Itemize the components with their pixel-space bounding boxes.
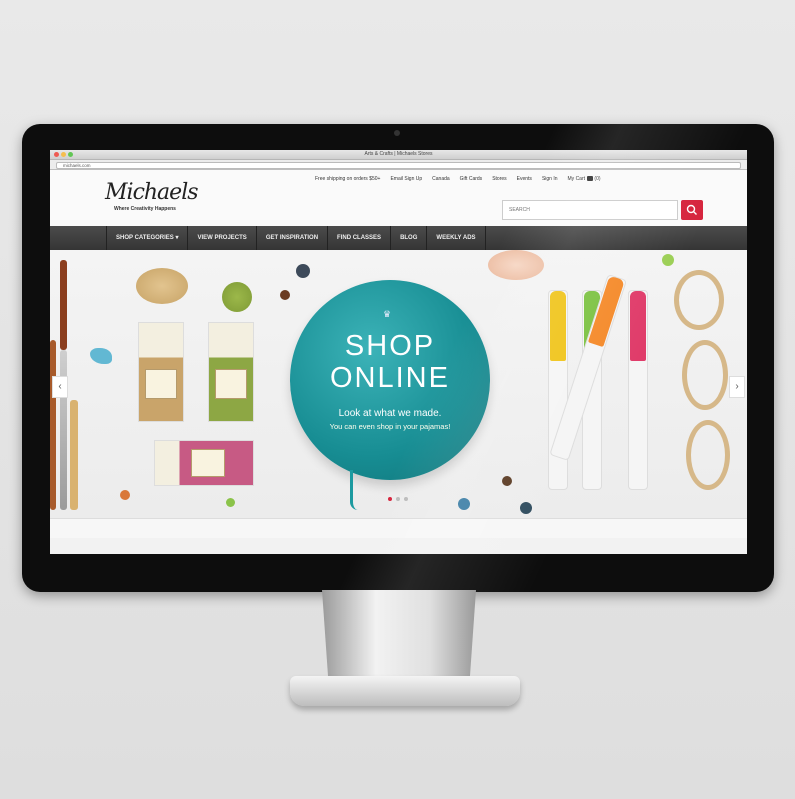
cart-icon: [587, 176, 594, 182]
events-link[interactable]: Events: [517, 176, 532, 182]
hero-subtext: You can even shop in your pajamas!: [329, 422, 451, 431]
bead-image: [120, 490, 130, 500]
bead-image: [280, 290, 290, 300]
paintbrush-image: [60, 350, 67, 510]
carousel-indicators: [388, 497, 408, 501]
flower-image: [488, 250, 544, 280]
bead-image: [458, 498, 470, 510]
search-input[interactable]: [502, 200, 678, 220]
bead-image: [296, 264, 310, 278]
nav-get-inspiration[interactable]: GET INSPIRATION: [257, 226, 329, 250]
bead-image: [226, 498, 235, 507]
monitor-chin: [22, 564, 774, 592]
monitor-stand-neck: [322, 590, 476, 678]
chevron-right-icon: ›: [735, 381, 739, 392]
paintbrush-image: [50, 340, 56, 510]
paintbrush-image: [70, 400, 78, 510]
bead-image: [502, 476, 512, 486]
my-cart-label: My Cart: [567, 176, 586, 182]
carousel-dot-1[interactable]: [388, 497, 392, 501]
stores-link[interactable]: Stores: [492, 176, 506, 182]
email-signup-link[interactable]: Email Sign Up: [390, 176, 422, 182]
hero-headline-line1: SHOP: [344, 330, 436, 362]
nav-shop-categories[interactable]: SHOP CATEGORIES ▾: [106, 226, 189, 250]
yarn-strand-image: [350, 470, 358, 510]
gift-cards-link[interactable]: Gift Cards: [460, 176, 483, 182]
my-cart-link[interactable]: My Cart (0): [568, 176, 601, 182]
paintbrush-image: [60, 260, 67, 350]
glitter-jar-image: [208, 322, 254, 422]
crown-icon: ♛: [383, 309, 392, 319]
bead-image: [662, 254, 674, 266]
window-title: Arts & Crafts | Michaels Stores: [364, 151, 433, 157]
nav-view-projects[interactable]: VIEW PROJECTS: [188, 226, 257, 250]
carousel-prev-button[interactable]: ‹: [52, 376, 68, 398]
monitor-stand-base: [290, 676, 520, 706]
search-icon: [686, 204, 697, 215]
utility-links: Free shipping on orders $50+ Email Sign …: [315, 176, 601, 182]
monitor-bezel: Arts & Crafts | Michaels Stores michaels…: [22, 124, 774, 592]
site-logo[interactable]: Michaels: [105, 180, 199, 205]
carousel-dot-3[interactable]: [404, 497, 408, 501]
marker-image: [628, 290, 648, 490]
sign-in-link[interactable]: Sign In: [542, 176, 558, 182]
cart-count: (0): [594, 176, 601, 182]
monitor-screen: Arts & Crafts | Michaels Stores michaels…: [50, 150, 747, 554]
glitter-jar-image: [154, 440, 254, 486]
ribbon-image: [686, 420, 730, 490]
url-field[interactable]: michaels.com: [56, 161, 741, 169]
nav-weekly-ads[interactable]: WEEKLY ADS: [427, 226, 486, 250]
browser-address-bar: michaels.com: [50, 160, 747, 170]
scene: Arts & Crafts | Michaels Stores michaels…: [0, 0, 795, 799]
main-nav: SHOP CATEGORIES ▾ VIEW PROJECTS GET INSP…: [50, 226, 747, 250]
glitter-jar-image: [138, 322, 184, 422]
canada-link[interactable]: Canada: [432, 176, 450, 182]
site-header: Michaels Where Creativity Happens Free s…: [50, 170, 747, 226]
nav-find-classes[interactable]: FIND CLASSES: [328, 226, 392, 250]
nav-blog[interactable]: BLOG: [391, 226, 428, 250]
bead-image: [520, 502, 532, 514]
hero-banner[interactable]: ♛ SHOP ONLINE Look at what we made. You …: [50, 250, 747, 518]
search-button[interactable]: [681, 200, 703, 220]
browser-titlebar: Arts & Crafts | Michaels Stores: [50, 150, 747, 160]
ribbon-image: [674, 270, 724, 330]
carousel-next-button[interactable]: ›: [729, 376, 745, 398]
hero-subheadline: Look at what we made.: [338, 408, 442, 419]
butterfly-image: [90, 348, 112, 364]
chevron-left-icon: ‹: [58, 381, 62, 392]
carousel-dot-2[interactable]: [396, 497, 400, 501]
glitter-pile-image: [136, 268, 188, 304]
camera-icon: [394, 130, 400, 136]
site-tagline: Where Creativity Happens: [114, 206, 176, 212]
free-shipping-link[interactable]: Free shipping on orders $50+: [315, 176, 380, 182]
hero-footer-strip: [50, 518, 747, 538]
hero-headline-line2: ONLINE: [330, 362, 450, 394]
ribbon-image: [682, 340, 728, 410]
glitter-pile-image: [222, 282, 252, 312]
